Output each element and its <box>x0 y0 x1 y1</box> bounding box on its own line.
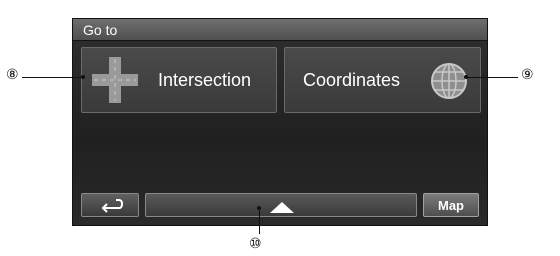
triangle-up-icon <box>270 201 294 219</box>
intersection-label: Intersection <box>158 69 252 90</box>
coordinates-label: Coordinates <box>303 69 401 90</box>
callout-dot-intersection <box>81 75 85 79</box>
callout-leader-coordinates <box>466 77 518 78</box>
callout-intersection: ⑧ <box>6 66 19 82</box>
screen-header: Go to <box>73 19 487 41</box>
callout-leader-scroll <box>259 208 260 234</box>
callout-scroll: ⑩ <box>249 235 262 251</box>
back-button[interactable] <box>81 193 139 217</box>
globe-icon <box>429 61 469 101</box>
bottom-bar: Map <box>73 185 487 225</box>
cross-icon <box>92 57 138 103</box>
scroll-up-button[interactable] <box>145 193 417 217</box>
back-arrow-icon <box>99 198 124 219</box>
map-button[interactable]: Map <box>423 193 479 217</box>
callout-dot-scroll <box>257 206 261 210</box>
callout-leader-intersection <box>22 77 82 78</box>
coordinates-button[interactable]: Coordinates <box>284 47 481 113</box>
intersection-button[interactable]: Intersection <box>81 47 277 113</box>
callout-coordinates: ⑨ <box>521 66 534 82</box>
go-to-screen: Go to Intersection Coordinates Map <box>72 18 488 226</box>
callout-dot-coordinates <box>464 75 468 79</box>
screen-title: Go to <box>83 22 118 38</box>
